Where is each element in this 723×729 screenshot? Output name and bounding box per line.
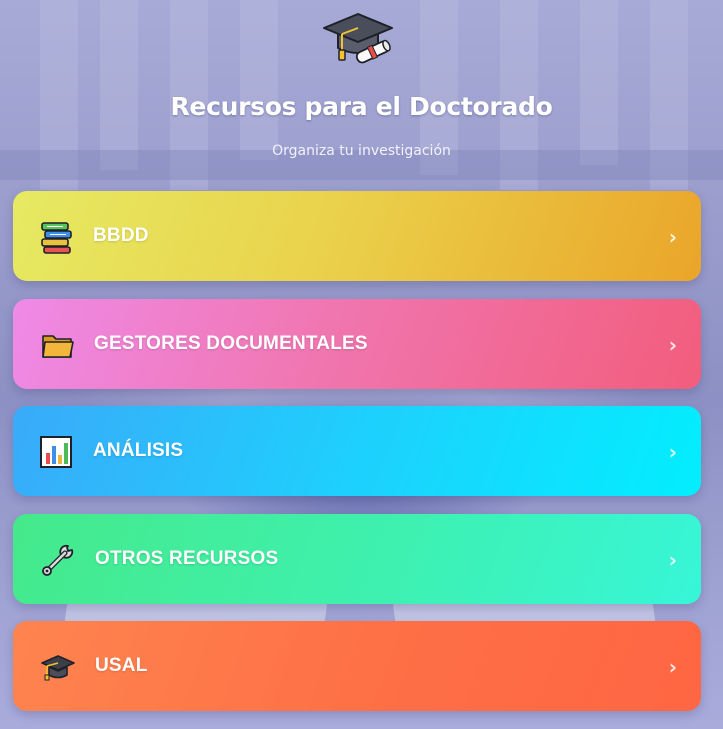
page-title: Recursos para el Doctorado bbox=[170, 92, 553, 121]
wrench-icon bbox=[41, 543, 75, 577]
graduation-cap-diploma-icon bbox=[322, 12, 394, 64]
card-label: OTROS RECURSOS bbox=[95, 548, 279, 569]
card-label: USAL bbox=[95, 655, 148, 676]
bar-chart-icon bbox=[39, 435, 73, 469]
chevron-right-icon: › bbox=[668, 440, 677, 464]
chevron-right-icon: › bbox=[668, 225, 677, 249]
card-bbdd[interactable]: BBDD › bbox=[13, 191, 701, 281]
card-label: ANÁLISIS bbox=[93, 440, 184, 461]
card-gestores-documentales[interactable]: GESTORES DOCUMENTALES › bbox=[13, 299, 701, 389]
chevron-right-icon: › bbox=[668, 655, 677, 679]
page-subtitle: Organiza tu investigación bbox=[272, 143, 451, 159]
card-usal[interactable]: USAL › bbox=[13, 621, 701, 711]
graduation-cap-icon bbox=[41, 650, 75, 684]
card-label: BBDD bbox=[93, 225, 149, 246]
chevron-right-icon: › bbox=[668, 548, 677, 572]
books-icon bbox=[39, 220, 73, 254]
card-analisis[interactable]: ANÁLISIS › bbox=[13, 406, 701, 496]
chevron-right-icon: › bbox=[668, 333, 677, 357]
folder-icon bbox=[41, 328, 75, 362]
card-otros-recursos[interactable]: OTROS RECURSOS › bbox=[13, 514, 701, 604]
card-label: GESTORES DOCUMENTALES bbox=[94, 333, 368, 354]
